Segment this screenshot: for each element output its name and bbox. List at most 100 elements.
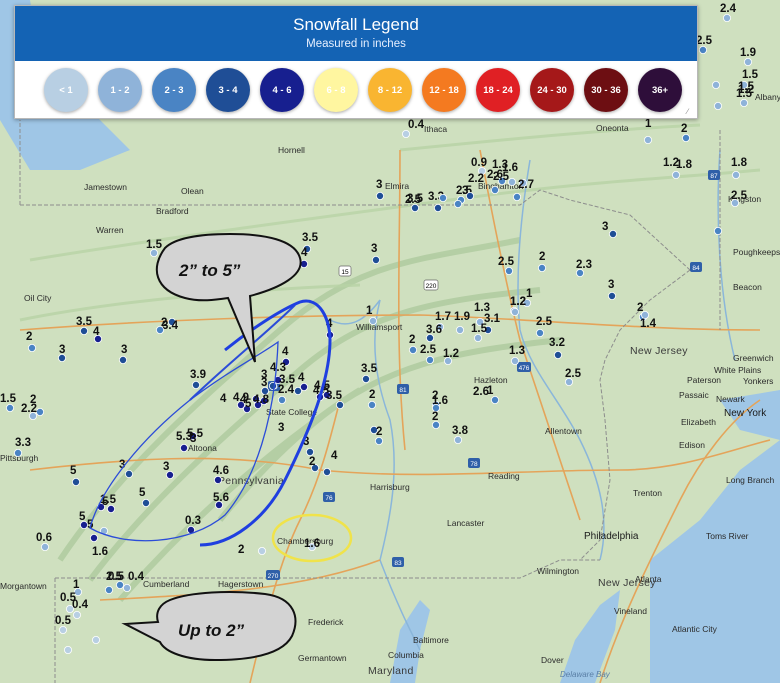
legend-swatch: 24 - 30 bbox=[530, 68, 574, 112]
city-paterson: Paterson bbox=[687, 375, 721, 385]
snowfall-legend-panel: Snowfall Legend Measured in inches < 11 … bbox=[14, 5, 698, 119]
city-vineland: Vineland bbox=[614, 606, 647, 616]
road-shield: 78 bbox=[468, 458, 480, 468]
observation-dot bbox=[682, 133, 691, 142]
observation-value: 2 bbox=[30, 394, 36, 406]
svg-text:15: 15 bbox=[341, 269, 349, 276]
observation-dot bbox=[41, 543, 50, 552]
observation-dot bbox=[73, 611, 82, 620]
callout-lower-text: Up to 2” bbox=[178, 621, 245, 640]
city-elmira: Elmira bbox=[385, 181, 409, 191]
observation-value: 3 bbox=[59, 344, 65, 356]
observation-value: 3 bbox=[278, 422, 284, 434]
observation-value: 2.4 bbox=[278, 384, 295, 396]
observation-dot bbox=[335, 400, 344, 409]
observation-value: 3 bbox=[602, 221, 608, 233]
road-shield: 270 bbox=[266, 570, 280, 580]
svg-text:76: 76 bbox=[325, 495, 333, 502]
resize-grip-icon[interactable]: ∕ bbox=[687, 108, 695, 116]
city-passaic: Passaic bbox=[679, 390, 710, 400]
observation-value: 1 bbox=[366, 305, 373, 317]
observation-dot bbox=[644, 135, 653, 144]
city-dover: Dover bbox=[541, 655, 564, 665]
observation-value: 3 bbox=[190, 433, 196, 445]
observation-value: 3 bbox=[121, 344, 127, 356]
observation-value: 1.5 bbox=[146, 239, 163, 251]
observation-value: 2.5 bbox=[405, 194, 422, 206]
city-ithaca: Ithaca bbox=[424, 124, 447, 134]
observation-dot bbox=[513, 192, 522, 201]
observation-value: 2.5 bbox=[498, 256, 515, 268]
observation-value: 1.8 bbox=[731, 157, 748, 169]
observation-value: 2.5 bbox=[696, 35, 713, 47]
observation-dot bbox=[490, 395, 499, 404]
city-hornell: Hornell bbox=[278, 145, 305, 155]
observation-value: 3 bbox=[163, 461, 169, 473]
observation-dot bbox=[712, 81, 721, 90]
observation-value: 1 bbox=[73, 579, 80, 591]
legend-swatch: 36+ bbox=[638, 68, 682, 112]
state-label-maryland: Maryland bbox=[368, 665, 414, 677]
observation-value: 3.3 bbox=[15, 437, 31, 449]
observation-value: 3 bbox=[608, 279, 614, 291]
observation-value: 2 bbox=[369, 389, 375, 401]
observation-dot bbox=[299, 382, 308, 391]
map-stage[interactable]: Pennsylvania New Jersey New Jersey Maryl… bbox=[0, 0, 780, 683]
legend-swatch: 2 - 3 bbox=[152, 68, 196, 112]
observation-value: 2 bbox=[432, 411, 438, 423]
observation-dot bbox=[27, 343, 36, 352]
city-lancaster: Lancaster bbox=[447, 518, 484, 528]
observation-value: 1.7 bbox=[435, 311, 451, 323]
observation-value: 2 bbox=[681, 123, 687, 135]
svg-text:87: 87 bbox=[710, 173, 718, 180]
observation-dot bbox=[453, 435, 462, 444]
observation-dot bbox=[401, 129, 410, 138]
observation-dot bbox=[453, 199, 462, 208]
observation-dot bbox=[490, 185, 499, 194]
city-greenwich: Greenwich bbox=[733, 353, 774, 363]
observation-dot bbox=[105, 586, 114, 595]
observation-value: 0.4 bbox=[128, 571, 145, 583]
city-trenton: Trenton bbox=[633, 488, 662, 498]
observation-value: 1.5 bbox=[0, 393, 17, 405]
city-newark: Newark bbox=[716, 394, 746, 404]
observation-dot bbox=[213, 475, 222, 484]
observation-value: 0.3 bbox=[185, 515, 201, 527]
observation-dot bbox=[504, 266, 513, 275]
observation-value: 3.9 bbox=[190, 369, 206, 381]
observation-dot bbox=[554, 350, 563, 359]
observation-value: 3.2 bbox=[549, 337, 565, 349]
observation-value: 4.6 bbox=[213, 465, 229, 477]
city-bradford: Bradford bbox=[156, 206, 189, 216]
observation-dot bbox=[473, 333, 482, 342]
observation-dot bbox=[609, 229, 618, 238]
city-white-plains: White Plains bbox=[714, 365, 761, 375]
road-shield: 15 bbox=[338, 265, 352, 277]
observation-value: 3.5 bbox=[361, 363, 378, 375]
observation-dot bbox=[36, 407, 45, 416]
legend-swatch: < 1 bbox=[44, 68, 88, 112]
observation-dot bbox=[361, 374, 370, 383]
legend-swatch: 8 - 12 bbox=[368, 68, 412, 112]
city-jamestown: Jamestown bbox=[84, 182, 127, 192]
road-shield: 83 bbox=[392, 557, 404, 567]
observation-value: 1 bbox=[526, 288, 533, 300]
city-frederick: Frederick bbox=[308, 617, 344, 627]
observation-dot bbox=[374, 436, 383, 445]
observation-value: 4 bbox=[93, 326, 100, 338]
observation-value: 4 bbox=[331, 450, 338, 462]
observation-dot bbox=[433, 203, 442, 212]
observation-value: 4.3 bbox=[270, 362, 286, 374]
observation-value: 4 bbox=[301, 247, 308, 259]
observation-dot bbox=[425, 355, 434, 364]
observation-value: 4 bbox=[298, 372, 305, 384]
observation-dot bbox=[510, 307, 519, 316]
observation-value: 1.6 bbox=[92, 546, 108, 558]
svg-text:476: 476 bbox=[519, 365, 530, 372]
city-williamsport: Williamsport bbox=[356, 322, 403, 332]
observation-value: 2 bbox=[309, 456, 315, 468]
observation-dot bbox=[268, 381, 277, 390]
city-reading: Reading bbox=[488, 471, 520, 481]
observation-value: 1.2 bbox=[443, 348, 459, 360]
observation-dot bbox=[371, 255, 380, 264]
